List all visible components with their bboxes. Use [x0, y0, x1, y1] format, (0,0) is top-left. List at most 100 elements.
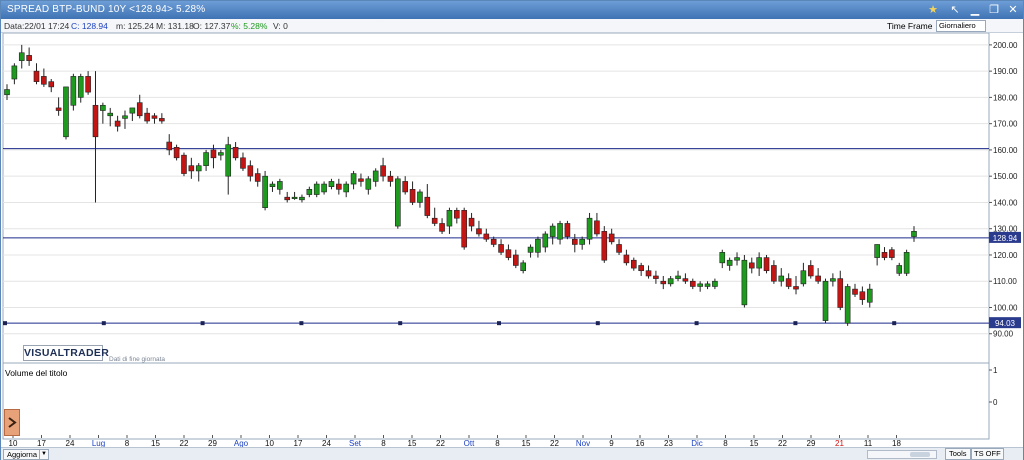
candle-down: [852, 288, 858, 295]
candle-up: [365, 178, 372, 190]
candle-down: [645, 270, 652, 277]
info-date: Data:22/01 17:24: [4, 21, 70, 31]
x-tick-label: Set: [349, 439, 362, 447]
x-tick-label: 15: [151, 439, 160, 447]
candle-down: [638, 265, 644, 272]
candle-up: [313, 183, 320, 195]
candle-up: [896, 265, 903, 274]
candle-up: [549, 225, 556, 237]
window-title: SPREAD BTP-BUND 10Y <128.94> 5.28%: [7, 4, 206, 15]
scrollbar-thumb[interactable]: [910, 452, 930, 457]
candle-up: [218, 152, 224, 156]
candle-down: [439, 223, 445, 232]
candle-down: [409, 189, 416, 203]
info-close: C: 128.94: [71, 21, 108, 31]
line-anchor-marker: [200, 321, 205, 326]
candle-down: [336, 183, 342, 190]
minimize-icon[interactable]: ▁: [967, 3, 983, 17]
horizontal-scrollbar[interactable]: [867, 450, 937, 459]
candle-up: [100, 104, 106, 111]
x-tick-label: Nov: [576, 439, 590, 447]
candle-up: [756, 257, 762, 269]
candle-down: [490, 238, 497, 245]
candle-down: [402, 181, 408, 193]
x-tick-label: Lug: [92, 439, 105, 447]
candle-down: [151, 115, 158, 119]
x-tick-label: Ago: [234, 439, 249, 447]
brand-logo: VISUALTRADER: [23, 345, 110, 361]
candle-down: [837, 278, 844, 308]
price-chart: 90.00100.00110.00120.00130.00140.00150.0…: [2, 33, 1021, 447]
x-tick-label: 21: [835, 439, 844, 447]
candle-up: [277, 181, 283, 190]
candle-down: [682, 278, 689, 282]
candle-down: [594, 220, 600, 235]
candle-down: [476, 228, 482, 235]
candle-down: [55, 107, 62, 111]
x-tick-label: 10: [265, 439, 274, 447]
candle-down: [793, 286, 799, 290]
y-tick-label: 90.00: [993, 330, 1014, 339]
candle-down: [92, 104, 99, 138]
price-plot-area: [2, 33, 990, 364]
y-tick-label: 120.00: [993, 251, 1018, 260]
candle-down: [771, 265, 777, 282]
line-anchor-marker: [793, 321, 798, 326]
candle-up: [675, 275, 681, 279]
candle-down: [468, 217, 475, 227]
candle-down: [431, 217, 438, 224]
line-anchor-marker: [694, 321, 699, 326]
candle-down: [240, 157, 246, 169]
x-tick-label: 22: [778, 439, 787, 447]
refresh-button[interactable]: Aggiorna: [3, 449, 42, 460]
candle-up: [107, 112, 114, 117]
star-icon[interactable]: ★: [925, 3, 941, 17]
x-tick-label: 15: [750, 439, 759, 447]
candle-down: [454, 210, 460, 219]
candle-down: [232, 146, 239, 159]
candle-down: [461, 210, 467, 248]
candle-up: [129, 107, 136, 114]
y-tick-label: 160.00: [993, 146, 1018, 155]
status-bar: Aggiorna ▼ Tools TS OFF: [1, 447, 1023, 460]
candle-up: [704, 283, 711, 287]
candle-down: [136, 102, 143, 117]
candle-down: [653, 275, 659, 279]
candle-up: [306, 189, 313, 195]
y-tick-label: 170.00: [993, 120, 1018, 129]
candle-down: [807, 265, 814, 277]
x-tick-label: 22: [436, 439, 445, 447]
candle-up: [446, 210, 453, 227]
candle-up: [63, 86, 69, 138]
volume-y-tick-label: 0: [993, 398, 998, 407]
candle-up: [586, 217, 593, 240]
chevron-right-icon: [8, 417, 17, 428]
candle-up: [579, 238, 585, 245]
timeframe-label: Time Frame: [887, 21, 933, 31]
candle-down: [26, 55, 32, 61]
candle-down: [284, 196, 291, 201]
y-tick-label: 200.00: [993, 41, 1018, 50]
candle-up: [321, 183, 327, 193]
refresh-dropdown-icon[interactable]: ▼: [39, 449, 49, 460]
candle-down: [188, 165, 195, 172]
candle-up: [122, 115, 128, 119]
candle-down: [41, 76, 47, 85]
candle-down: [881, 252, 888, 258]
x-tick-label: 17: [294, 439, 303, 447]
candle-up: [726, 259, 733, 266]
ts-off-button[interactable]: TS OFF: [971, 448, 1004, 460]
candle-down: [859, 291, 866, 300]
tools-button[interactable]: Tools: [945, 448, 971, 460]
candle-up: [542, 233, 549, 248]
info-min: m: 125.24: [116, 21, 154, 31]
info-volume: V: 0: [273, 21, 288, 31]
restore-icon[interactable]: ❐: [986, 3, 1002, 17]
candle-up: [697, 283, 703, 287]
close-icon[interactable]: ✕: [1005, 3, 1021, 17]
candle-down: [114, 120, 121, 127]
arrow-icon[interactable]: ↖: [947, 3, 963, 17]
candle-up: [866, 288, 873, 303]
timeframe-select[interactable]: Giornaliero: [936, 20, 986, 32]
expand-panel-button[interactable]: [4, 409, 20, 436]
